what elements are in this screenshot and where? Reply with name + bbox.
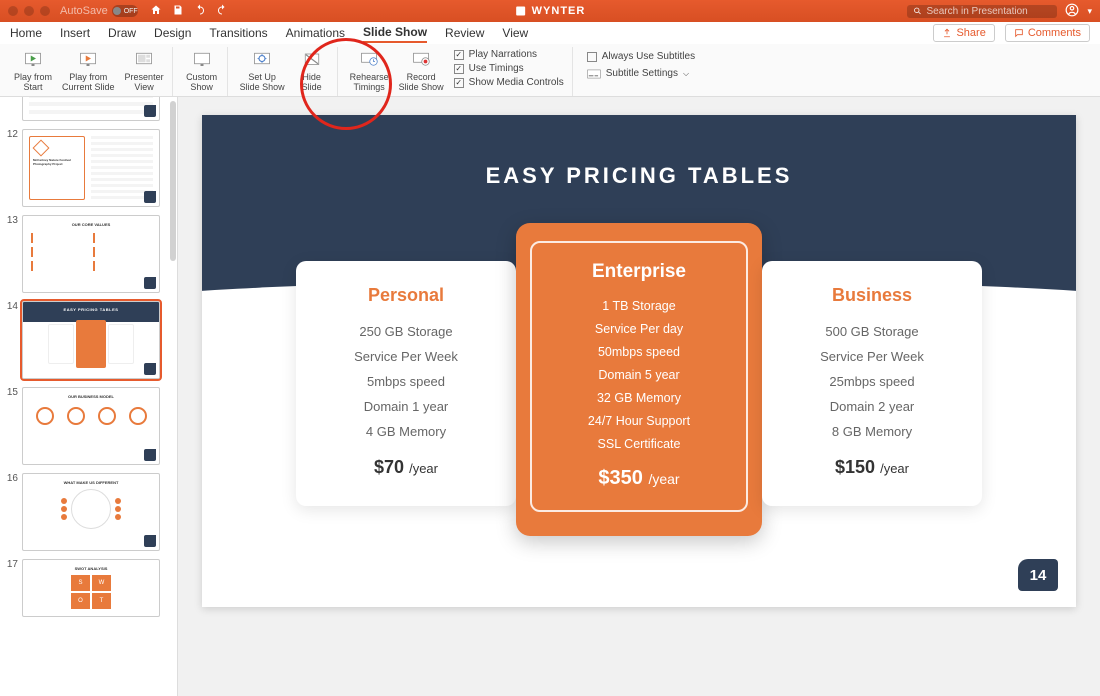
record-icon xyxy=(410,49,432,71)
play-narrations-check[interactable]: ✓Play Narrations xyxy=(454,49,564,60)
autosave-toggle[interactable]: AutoSave OFF xyxy=(60,5,138,17)
tab-draw[interactable]: Draw xyxy=(108,24,136,42)
minimize-window[interactable] xyxy=(24,6,34,16)
show-media-check[interactable]: ✓Show Media Controls xyxy=(454,77,564,88)
thumb-number: 13 xyxy=(4,215,18,226)
pricing-tables: Personal 250 GB Storage Service Per Week… xyxy=(202,223,1076,536)
chevron-down-icon[interactable]: ▾ xyxy=(1087,6,1092,17)
slide-thumb-13[interactable]: OUR CORE VALUES xyxy=(22,215,160,293)
workspace: 12 McCartney Nature FestivalPhotography … xyxy=(0,97,1100,696)
slide-thumb-16[interactable]: WHAT MAKE US DIFFERENT xyxy=(22,473,160,551)
redo-icon[interactable] xyxy=(216,4,228,19)
plan-name: Personal xyxy=(314,285,498,306)
custom-show-icon xyxy=(191,49,213,71)
custom-show-button[interactable]: Custom Show xyxy=(181,47,223,95)
search-field[interactable] xyxy=(927,6,1052,17)
thumb-number: 15 xyxy=(4,387,18,398)
close-window[interactable] xyxy=(8,6,18,16)
plan-business: Business 500 GB Storage Service Per Week… xyxy=(762,261,982,506)
slide-thumbnails-panel[interactable]: 12 McCartney Nature FestivalPhotography … xyxy=(0,97,178,696)
tab-transitions[interactable]: Transitions xyxy=(209,24,267,42)
window-controls xyxy=(8,6,50,16)
record-slideshow-button[interactable]: Record Slide Show xyxy=(395,47,448,95)
tab-view[interactable]: View xyxy=(502,24,528,42)
undo-icon[interactable] xyxy=(194,4,206,19)
thumb-number: 16 xyxy=(4,473,18,484)
search-input[interactable] xyxy=(907,5,1057,18)
play-start-icon xyxy=(22,49,44,71)
comments-button[interactable]: Comments xyxy=(1005,24,1090,42)
play-from-current-button[interactable]: Play from Current Slide xyxy=(58,47,119,95)
slide-thumb-14[interactable]: EASY PRICING TABLES xyxy=(22,301,160,379)
document-title: WYNTER xyxy=(515,5,586,17)
plan-enterprise: Enterprise 1 TB Storage Service Per day … xyxy=(516,223,762,536)
presenter-icon xyxy=(133,49,155,71)
autosave-label: AutoSave xyxy=(60,5,108,17)
account-icon[interactable] xyxy=(1065,3,1079,20)
slide-thumb-15[interactable]: OUR BUSINESS MODEL xyxy=(22,387,160,465)
thumb-number: 17 xyxy=(4,559,18,570)
tab-design[interactable]: Design xyxy=(154,24,191,42)
share-button[interactable]: Share xyxy=(933,24,994,42)
slide-thumb-11[interactable] xyxy=(22,97,160,121)
tab-slideshow[interactable]: Slide Show xyxy=(363,23,427,43)
use-timings-check[interactable]: ✓Use Timings xyxy=(454,63,564,74)
always-subtitles-check[interactable]: Always Use Subtitles xyxy=(587,51,695,62)
tab-review[interactable]: Review xyxy=(445,24,484,42)
subtitle-icon xyxy=(587,69,601,79)
menu-tabs: Home Insert Draw Design Transitions Anim… xyxy=(0,22,1100,44)
titlebar: AutoSave OFF WYNTER ▾ xyxy=(0,0,1100,22)
save-icon[interactable] xyxy=(172,4,184,19)
slide[interactable]: EASY PRICING TABLES Personal 250 GB Stor… xyxy=(202,115,1076,607)
thumb-number: 12 xyxy=(4,129,18,140)
plan-personal: Personal 250 GB Storage Service Per Week… xyxy=(296,261,516,506)
play-current-icon xyxy=(77,49,99,71)
rehearse-timings-button[interactable]: Rehearse Timings xyxy=(346,47,393,95)
ribbon: Play from Start Play from Current Slide … xyxy=(0,44,1100,97)
thumb-number: 14 xyxy=(4,301,18,312)
chevron-down-icon: ⌵ xyxy=(683,69,689,79)
subtitle-settings-button[interactable]: Subtitle Settings ⌵ xyxy=(587,68,695,79)
tab-animations[interactable]: Animations xyxy=(286,24,345,42)
plan-name: Enterprise xyxy=(544,261,734,283)
slide-thumb-12[interactable]: McCartney Nature FestivalPhotography Pro… xyxy=(22,129,160,207)
home-icon[interactable] xyxy=(150,4,162,19)
slide-thumb-17[interactable]: SWOT ANALYSIS S W O T xyxy=(22,559,160,617)
setup-show-button[interactable]: Set Up Slide Show xyxy=(236,47,289,95)
maximize-window[interactable] xyxy=(40,6,50,16)
plan-name: Business xyxy=(780,285,964,306)
tab-home[interactable]: Home xyxy=(10,24,42,42)
hide-slide-button[interactable]: Hide Slide xyxy=(291,47,333,95)
setup-icon xyxy=(251,49,273,71)
scrollbar[interactable] xyxy=(170,101,176,261)
tab-insert[interactable]: Insert xyxy=(60,24,90,42)
slide-canvas-area[interactable]: EASY PRICING TABLES Personal 250 GB Stor… xyxy=(178,97,1100,696)
rehearse-icon xyxy=(358,49,380,71)
page-number-badge: 14 xyxy=(1018,559,1058,591)
play-from-start-button[interactable]: Play from Start xyxy=(10,47,56,95)
hide-slide-icon xyxy=(301,49,323,71)
presenter-view-button[interactable]: Presenter View xyxy=(121,47,168,95)
